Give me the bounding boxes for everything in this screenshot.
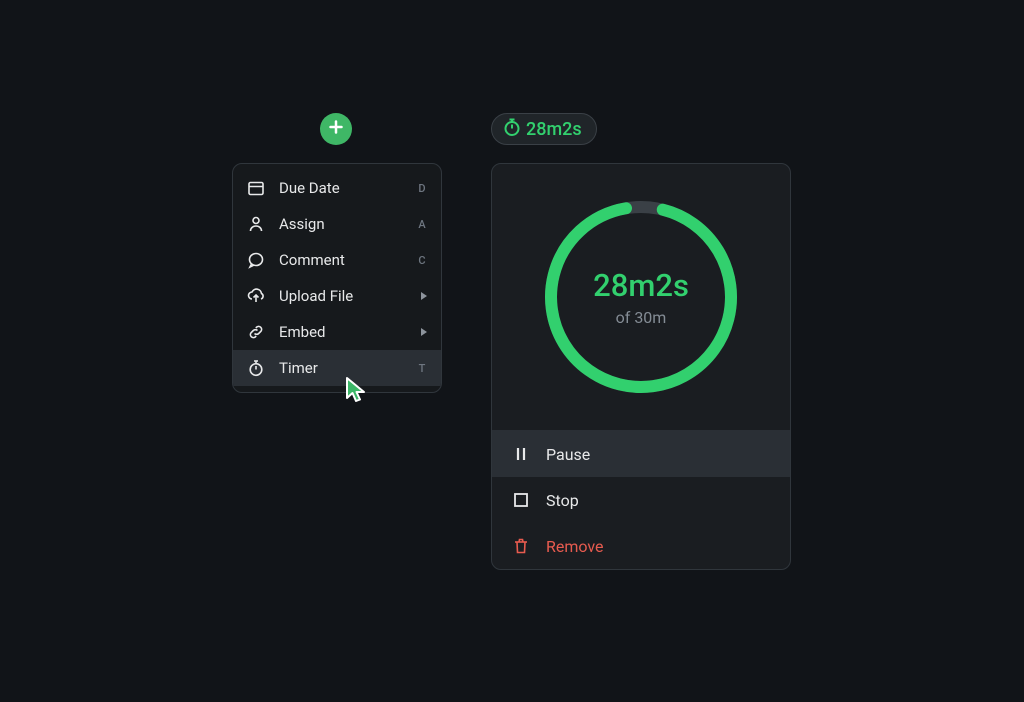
menu-item-label: Due Date: [279, 179, 403, 197]
menu-item-embed[interactable]: Embed: [233, 314, 441, 350]
menu-shortcut: D: [417, 182, 427, 195]
menu-item-due-date[interactable]: Due Date D: [233, 170, 441, 206]
menu-item-timer[interactable]: Timer T: [233, 350, 441, 386]
pause-icon: [512, 445, 530, 463]
action-label: Stop: [546, 491, 579, 510]
menu-shortcut: C: [417, 254, 427, 267]
menu-shortcut: T: [417, 362, 427, 375]
menu-item-label: Assign: [279, 215, 403, 233]
timer-badge[interactable]: 28m2s: [491, 113, 597, 145]
menu-item-comment[interactable]: Comment C: [233, 242, 441, 278]
menu-item-upload-file[interactable]: Upload File: [233, 278, 441, 314]
action-label: Pause: [546, 445, 590, 464]
timer-action-pause[interactable]: Pause: [492, 431, 790, 477]
menu-item-label: Upload File: [279, 287, 407, 305]
menu-item-assign[interactable]: Assign A: [233, 206, 441, 242]
calendar-icon: [247, 179, 265, 197]
upload-cloud-icon: [247, 287, 265, 305]
chevron-right-icon: [421, 328, 427, 336]
chevron-right-icon: [421, 292, 427, 300]
timer-elapsed: 28m2s: [593, 267, 689, 304]
timer-total: of 30m: [593, 308, 689, 327]
stopwatch-icon: [502, 117, 522, 142]
timer-action-stop[interactable]: Stop: [492, 477, 790, 523]
timer-action-remove[interactable]: Remove: [492, 523, 790, 569]
link-icon: [247, 323, 265, 341]
trash-icon: [512, 537, 530, 555]
person-icon: [247, 215, 265, 233]
menu-item-label: Embed: [279, 323, 407, 341]
context-menu: Due Date D Assign A Comment C Upload Fil…: [232, 163, 442, 393]
timer-badge-text: 28m2s: [526, 119, 582, 140]
menu-item-label: Timer: [279, 359, 403, 377]
menu-shortcut: A: [417, 218, 427, 231]
stopwatch-icon: [247, 359, 265, 377]
action-label: Remove: [546, 537, 604, 556]
timer-actions-list: Pause Stop Remove: [492, 430, 790, 569]
timer-panel: 28m2s of 30m Pause Stop: [491, 163, 791, 570]
chat-icon: [247, 251, 265, 269]
stop-icon: [512, 491, 530, 509]
plus-icon: [328, 119, 344, 139]
add-button[interactable]: [320, 113, 352, 145]
menu-item-label: Comment: [279, 251, 403, 269]
timer-ring-area: 28m2s of 30m: [492, 164, 790, 430]
